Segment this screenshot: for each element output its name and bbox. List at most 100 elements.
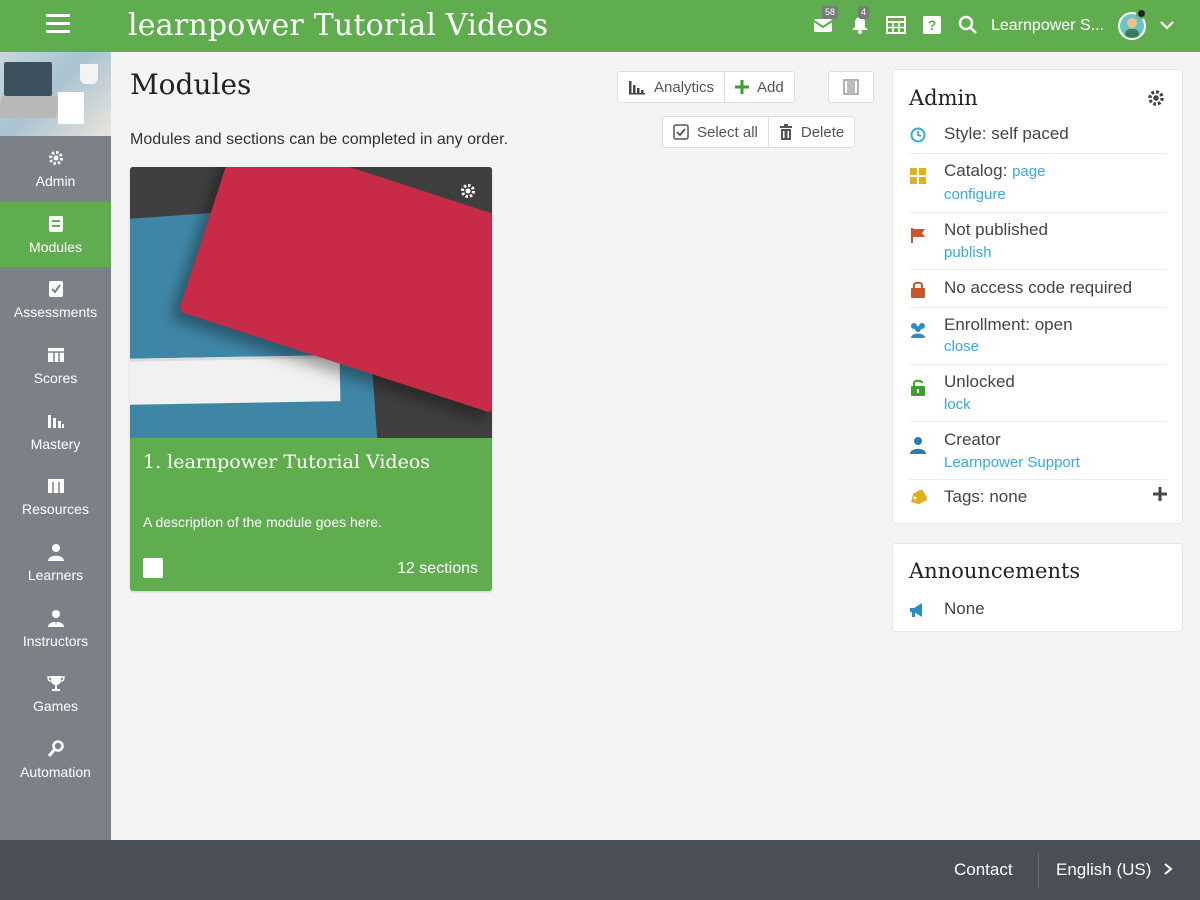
- module-card[interactable]: 1. learnpower Tutorial Videos A descript…: [130, 167, 492, 591]
- module-title[interactable]: 1. learnpower Tutorial Videos: [143, 451, 430, 473]
- plus-icon: [735, 80, 750, 94]
- users-group-icon: [909, 321, 927, 339]
- admin-row-tags: Tags: none: [909, 487, 1167, 513]
- module-description: A description of the module goes here.: [143, 514, 382, 530]
- sidebar-item-scores[interactable]: Scores: [0, 333, 111, 399]
- user-menu-name[interactable]: Learnpower S...: [991, 17, 1104, 35]
- select-all-button[interactable]: Select all: [663, 117, 768, 147]
- sidebar-item-automation[interactable]: Automation: [0, 727, 111, 793]
- admin-row-catalog: Catalog: page configure: [909, 161, 1167, 213]
- hamburger-menu-icon[interactable]: [46, 14, 70, 36]
- add-label: Add: [757, 78, 784, 96]
- module-settings-button[interactable]: [458, 181, 478, 201]
- user-icon: [47, 543, 65, 561]
- contact-link[interactable]: Contact: [954, 860, 1013, 880]
- gear-icon: [47, 149, 65, 167]
- module-select-checkbox[interactable]: [143, 558, 163, 578]
- admin-catalog-label: Catalog:: [944, 161, 1008, 180]
- admin-tags-text: Tags: none: [944, 487, 1028, 506]
- sidebar-item-resources[interactable]: Resources: [0, 464, 111, 530]
- gear-icon: [1148, 90, 1164, 106]
- status-dot: [1136, 8, 1147, 19]
- admin-row-creator: Creator Learnpower Support: [909, 430, 1167, 480]
- catalog-grid-icon: [909, 167, 927, 185]
- bar-chart-icon: [47, 412, 65, 430]
- select-all-label: Select all: [697, 123, 758, 141]
- sidebar-item-label: Resources: [22, 501, 89, 518]
- calendar-button[interactable]: [884, 13, 908, 37]
- enrollment-close-link[interactable]: close: [944, 338, 979, 355]
- sidebar-item-label: Assessments: [13, 304, 98, 321]
- sidebar-item-instructors[interactable]: Instructors: [0, 596, 111, 662]
- admin-access-code-text: No access code required: [944, 278, 1133, 297]
- language-selector[interactable]: English (US): [1056, 860, 1174, 880]
- lock-link[interactable]: lock: [944, 396, 971, 413]
- bar-chart-icon: [628, 79, 646, 95]
- admin-row-publish: Not published publish: [909, 220, 1167, 270]
- admin-settings-button[interactable]: [1146, 88, 1166, 113]
- delete-button[interactable]: Delete: [767, 117, 854, 147]
- checkbox-icon: [47, 280, 65, 298]
- sidebar-item-games[interactable]: Games: [0, 662, 111, 728]
- sidebar-item-learners[interactable]: Learners: [0, 530, 111, 596]
- toolbar-primary: Analytics Add: [617, 71, 795, 103]
- sidebar-item-assessments[interactable]: Assessments: [0, 267, 111, 333]
- announcements-value: None: [944, 599, 985, 618]
- search-button[interactable]: [956, 13, 980, 37]
- creator-link[interactable]: Learnpower Support: [944, 454, 1080, 471]
- resources-icon: [47, 477, 65, 495]
- catalog-page-link[interactable]: page: [1012, 163, 1045, 180]
- admin-creator-label: Creator: [944, 430, 1001, 449]
- admin-row-access: No access code required: [909, 278, 1167, 308]
- clock-icon: [909, 126, 927, 144]
- footer: Contact English (US): [0, 840, 1200, 900]
- layout-toggle-button[interactable]: [828, 71, 874, 103]
- help-icon: ?: [923, 16, 941, 34]
- publish-link[interactable]: publish: [944, 244, 992, 261]
- checkbox-icon: [673, 124, 689, 140]
- plus-icon: [1153, 487, 1167, 501]
- columns-icon: [843, 79, 859, 95]
- toolbar-selection: Select all Delete: [662, 116, 856, 148]
- module-section-count: 12 sections: [397, 560, 478, 577]
- chevron-down-icon[interactable]: [1158, 16, 1176, 39]
- unlock-icon: [909, 378, 927, 396]
- table-icon: [47, 346, 65, 364]
- sidebar-item-admin[interactable]: Admin: [0, 136, 111, 202]
- svg-text:?: ?: [928, 17, 937, 33]
- page-subtitle: Modules and sections can be completed in…: [130, 131, 509, 148]
- add-tag-button[interactable]: [1153, 487, 1167, 506]
- app-title: learnpower Tutorial Videos: [128, 8, 549, 43]
- admin-published-text: Not published: [944, 220, 1048, 239]
- sidebar-item-mastery[interactable]: Mastery: [0, 399, 111, 465]
- admin-row-lock: Unlocked lock: [909, 372, 1167, 422]
- module-icon: [47, 215, 65, 233]
- sidebar-item-modules[interactable]: Modules: [0, 201, 111, 268]
- module-cover-image[interactable]: [130, 167, 492, 438]
- sidebar-item-label: Admin: [35, 172, 76, 189]
- page-title: Modules: [130, 68, 252, 101]
- add-module-button[interactable]: Add: [724, 72, 794, 102]
- calendar-grid-icon: [886, 16, 906, 34]
- trophy-icon: [46, 674, 65, 692]
- instructor-icon: [47, 609, 65, 627]
- admin-panel-title: Admin: [909, 86, 978, 110]
- admin-panel: Admin Style: self paced Catalog: page co…: [892, 69, 1183, 524]
- lock-icon: [909, 280, 927, 298]
- admin-lock-status-text: Unlocked: [944, 372, 1015, 391]
- sidebar-item-label: Modules: [29, 238, 82, 255]
- help-button[interactable]: ?: [920, 13, 944, 37]
- admin-style-text: Style: self paced: [944, 124, 1069, 143]
- announcements-title: Announcements: [909, 559, 1081, 583]
- messages-button[interactable]: 58: [812, 6, 839, 37]
- course-thumbnail[interactable]: [0, 52, 111, 136]
- catalog-configure-link[interactable]: configure: [944, 186, 1006, 203]
- megaphone-icon: [909, 602, 927, 623]
- gear-icon: [461, 184, 475, 198]
- notifications-button[interactable]: 4: [848, 6, 872, 37]
- analytics-button[interactable]: Analytics: [618, 72, 724, 102]
- sidebar-item-label: Scores: [33, 369, 78, 386]
- sidebar-item-label: Learners: [27, 566, 84, 583]
- analytics-label: Analytics: [654, 78, 715, 96]
- messages-badge: 58: [822, 6, 839, 19]
